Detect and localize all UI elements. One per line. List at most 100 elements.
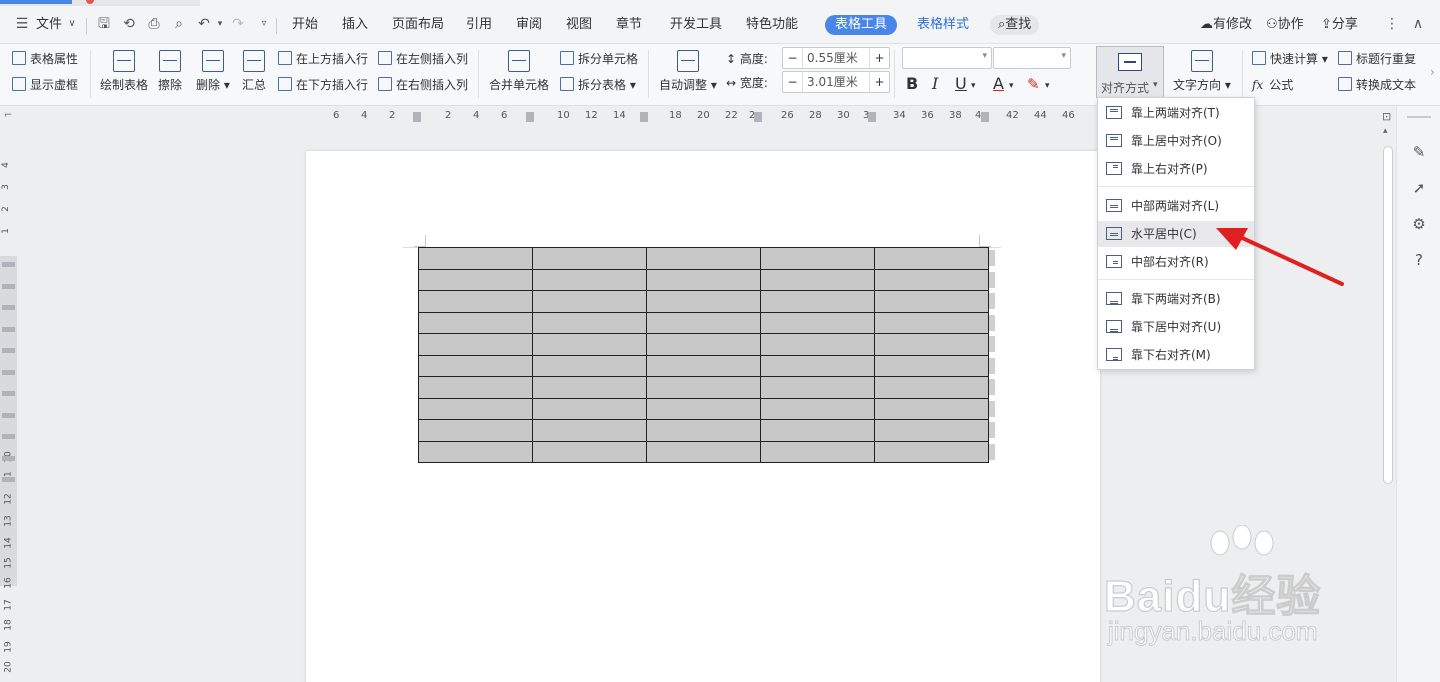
show-gridlines-button[interactable]: 显示虚框 [12,77,78,93]
font-color-button[interactable]: A [993,75,1004,93]
row-marker[interactable] [2,305,15,310]
underline-dropdown-icon[interactable]: ▾ [971,77,976,95]
tab-home[interactable]: 开始 [292,15,318,35]
table-cell[interactable] [646,247,761,270]
formula-button[interactable]: fx 公式 [1252,77,1293,93]
highlight-dropdown-icon[interactable]: ▾ [1045,77,1050,95]
auto-fit-button[interactable]: 自动调整 ▾ [659,50,717,93]
insert-col-left-button[interactable]: 在左侧插入列 [378,51,468,67]
table-cell[interactable] [418,247,533,270]
collaborate-button[interactable]: ⚇协作 [1266,15,1304,35]
align-bottom-center-item[interactable]: 靠下居中对齐(U) [1098,314,1254,340]
table-cell[interactable] [760,311,875,334]
select-cursor-icon[interactable]: ➚ [1409,178,1429,198]
table-properties-button[interactable]: 表格属性 [12,51,78,67]
row-marker[interactable] [2,283,15,289]
insert-row-below-button[interactable]: 在下方插入行 [278,77,368,93]
search-box[interactable]: ⌕查找 [990,15,1040,35]
align-bottom-right-item[interactable]: 靠下右对齐(M) [1098,342,1254,368]
table-cell[interactable] [760,354,875,377]
quick-calc-button[interactable]: 快速计算 ▾ [1252,51,1328,67]
row-marker[interactable] [2,455,15,461]
table-cell[interactable] [418,354,533,377]
table-cell[interactable] [874,354,989,377]
table-cell[interactable] [418,311,533,334]
col-width-decrement[interactable]: − [783,72,803,92]
row-marker[interactable] [2,369,15,375]
table-cell[interactable] [646,333,761,356]
modified-status[interactable]: ☁有修改 [1200,15,1252,35]
table-cell[interactable] [646,268,761,291]
edit-pen-icon[interactable]: ✎ [1409,142,1429,162]
tab-developer[interactable]: 开发工具 [670,15,722,35]
row-marker[interactable] [2,391,15,396]
align-middle-justify-item[interactable]: 中部两端对齐(L) [1098,193,1254,219]
file-menu[interactable]: 文件 [36,15,62,35]
column-marker[interactable] [754,112,762,122]
row-height-decrement[interactable]: − [783,48,803,68]
split-cells-button[interactable]: 拆分单元格 [560,51,638,67]
scrollbar-thumb[interactable] [1383,146,1393,484]
tab-references[interactable]: 引用 [466,15,492,35]
table-cell[interactable] [418,268,533,291]
repeat-header-button[interactable]: 标题行重复 [1338,51,1416,67]
page-nav-icon[interactable]: ⊡ [1382,110,1391,123]
table-cell[interactable] [874,268,989,291]
table-cell[interactable] [532,397,647,420]
table-cell[interactable] [418,419,533,442]
align-top-right-item[interactable]: 靠上右对齐(P) [1098,156,1254,182]
table-cell[interactable] [874,290,989,313]
print-icon[interactable]: ⎙ [146,16,162,32]
table-cell[interactable] [646,290,761,313]
table-cell[interactable] [418,440,533,463]
redo-icon[interactable]: ↷ [230,16,246,32]
convert-to-text-button[interactable]: 转换成文本 [1338,77,1416,93]
undo-icon[interactable]: ↶ [196,16,212,32]
col-width-value[interactable]: 3.01厘米 [807,72,858,92]
document-page[interactable] [306,151,1100,682]
table-cell[interactable] [646,311,761,334]
row-height-increment[interactable]: + [869,48,889,68]
vertical-scrollbar[interactable]: ⊡ ▴ [1380,106,1396,682]
insert-row-above-button[interactable]: 在上方插入行 [278,51,368,67]
erase-button[interactable]: 擦除 [158,50,182,93]
bold-button[interactable]: B [906,75,918,93]
row-marker[interactable] [2,477,15,482]
table-cell[interactable] [760,333,875,356]
table-cell[interactable] [874,333,989,356]
column-marker[interactable] [981,112,989,122]
table-cell[interactable] [532,268,647,291]
row-height-value[interactable]: 0.55厘米 [807,48,858,68]
tab-insert[interactable]: 插入 [342,15,368,35]
table-cell[interactable] [874,440,989,463]
table-cell[interactable] [646,419,761,442]
delete-button[interactable]: 删除 ▾ [196,50,230,93]
table-cell[interactable] [418,333,533,356]
italic-button[interactable]: I [932,75,938,93]
table-cell[interactable] [874,311,989,334]
align-top-justify-item[interactable]: 靠上两端对齐(T) [1098,100,1254,126]
collapse-ribbon-icon[interactable]: ∧ [1410,16,1426,32]
col-width-stepper[interactable]: − 3.01厘米 + [782,71,890,93]
table-cell[interactable] [532,247,647,270]
table-cell[interactable] [418,290,533,313]
ribbon-scroll-right[interactable]: › [1430,64,1435,80]
table-cell[interactable] [532,419,647,442]
more-icon[interactable]: ⋮ [1384,16,1400,32]
summary-button[interactable]: 汇总 [242,50,266,93]
font-family-select[interactable]: ▾ [902,47,992,69]
scroll-up-icon[interactable]: ▴ [1383,126,1388,136]
table-cell[interactable] [760,247,875,270]
table-cell[interactable] [760,419,875,442]
table-cell[interactable] [874,397,989,420]
row-marker[interactable] [2,326,15,332]
table-cell[interactable] [418,376,533,399]
table-cell[interactable] [418,397,533,420]
table-cell[interactable] [874,376,989,399]
insert-col-right-button[interactable]: 在右侧插入列 [378,77,468,93]
row-marker[interactable] [2,434,15,439]
table-cell[interactable] [760,397,875,420]
underline-button[interactable]: U [955,75,967,93]
align-button[interactable]: 对齐方式 ▾ [1096,46,1164,98]
document-table[interactable] [418,247,989,463]
